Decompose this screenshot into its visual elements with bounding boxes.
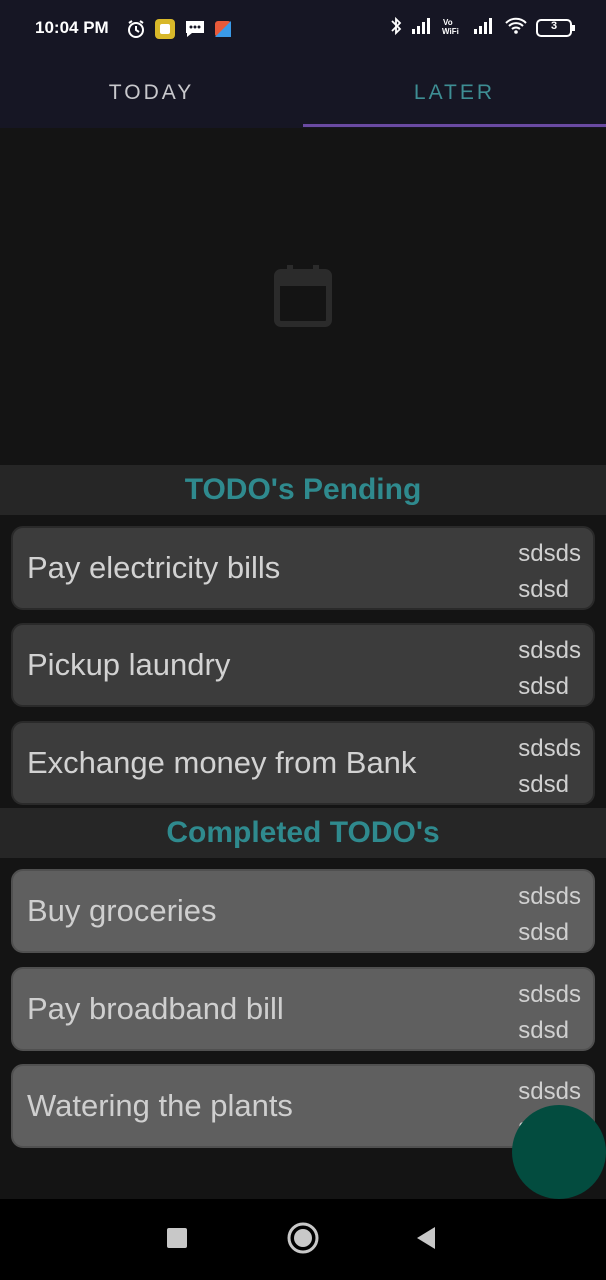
todo-meta: sdsds sdsd — [518, 977, 581, 1049]
todo-title: Watering the plants — [27, 1088, 293, 1123]
todo-title: Pickup laundry — [27, 647, 231, 682]
todo-title: Pay electricity bills — [27, 550, 281, 585]
todo-meta-line: sdsds — [518, 735, 581, 762]
alarm-icon — [126, 19, 146, 43]
svg-text:Vo: Vo — [443, 18, 453, 27]
status-time: 10:04 PM — [35, 18, 109, 37]
pending-todo-item[interactable]: Pay electricity bills sdsds sdsd — [11, 526, 595, 610]
wifi-icon — [504, 17, 528, 39]
battery-level: 3 — [550, 20, 558, 32]
battery-icon: 3 — [536, 18, 576, 38]
pending-todo-item[interactable]: Exchange money from Bank sdsds sdsd — [11, 721, 595, 805]
app-notification-icon — [154, 18, 176, 44]
bluetooth-icon — [390, 16, 402, 40]
status-bar: 10:04 PM Vo WiFi 3 — [0, 0, 606, 58]
todo-meta: sdsds sdsd — [518, 731, 581, 803]
todo-meta: sdsds sdsd — [518, 536, 581, 608]
todo-title: Buy groceries — [27, 893, 217, 928]
todo-meta-line: sdsd — [518, 771, 569, 798]
todo-meta-line: sdsds — [518, 540, 581, 567]
back-button[interactable] — [396, 1199, 456, 1280]
todo-meta-line: sdsds — [518, 1078, 581, 1105]
tab-indicator — [303, 124, 606, 127]
todo-meta: sdsds sdsd — [518, 633, 581, 705]
todo-meta-line: sdsd — [518, 919, 569, 946]
back-triangle-icon — [415, 1226, 437, 1254]
todo-meta-line: sdsds — [518, 883, 581, 910]
todo-title: Pay broadband bill — [27, 991, 284, 1026]
vowifi-icon: Vo WiFi — [442, 16, 464, 40]
pending-todo-item[interactable]: Pickup laundry sdsds sdsd — [11, 623, 595, 707]
pending-section-header: TODO's Pending — [0, 465, 606, 515]
svg-text:WiFi: WiFi — [442, 27, 459, 36]
tab-bar: TODAY LATER — [0, 58, 606, 128]
signal-icon — [410, 17, 434, 39]
message-icon — [184, 19, 206, 43]
todo-meta-line: sdsd — [518, 576, 569, 603]
signal-icon — [472, 17, 496, 39]
add-todo-fab[interactable] — [512, 1105, 606, 1199]
todo-meta-line: sdsds — [518, 637, 581, 664]
todo-meta-line: sdsd — [518, 673, 569, 700]
todo-title: Exchange money from Bank — [27, 745, 417, 780]
navigation-bar — [0, 1199, 606, 1280]
recents-button[interactable] — [147, 1199, 207, 1280]
completed-todo-item[interactable]: Buy groceries sdsds sdsd — [11, 869, 595, 953]
home-circle-icon — [286, 1221, 320, 1259]
recents-square-icon — [166, 1227, 188, 1253]
calendar-icon — [274, 264, 332, 332]
todo-meta-line: sdsds — [518, 981, 581, 1008]
todo-meta-line: sdsd — [518, 1017, 569, 1044]
app-icon — [214, 20, 232, 42]
todo-meta: sdsds sdsd — [518, 879, 581, 951]
completed-todo-item[interactable]: Pay broadband bill sdsds sdsd — [11, 967, 595, 1051]
completed-section-header: Completed TODO's — [0, 808, 606, 858]
tab-today[interactable]: TODAY — [0, 58, 303, 128]
completed-todo-item[interactable]: Watering the plants sdsds sdsd — [11, 1064, 595, 1148]
tab-later[interactable]: LATER — [303, 58, 606, 128]
home-button[interactable] — [273, 1199, 333, 1280]
